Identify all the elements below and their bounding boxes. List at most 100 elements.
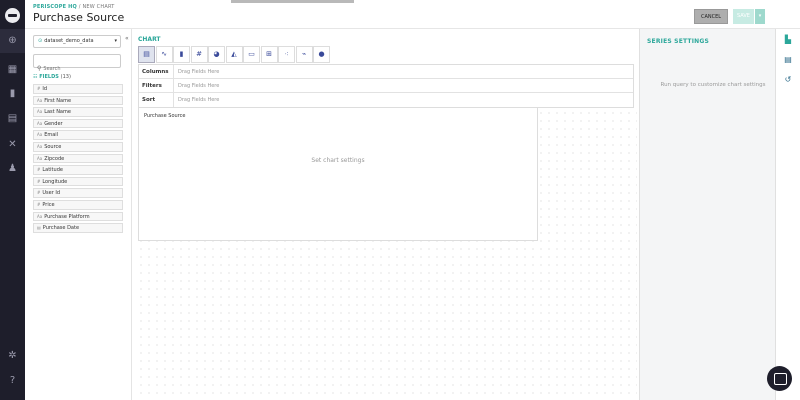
shelves: Columns Drag Fields Here Filters Drag Fi… — [138, 64, 634, 108]
field-name: Price — [42, 201, 55, 208]
breadcrumb: PERISCOPE HQ / NEW CHART — [33, 4, 115, 10]
field-type-icon: Aa — [37, 97, 43, 103]
fields-header: ☷ FIELDS (13) — [33, 74, 71, 80]
save-options-caret-icon[interactable]: ▾ — [755, 9, 765, 24]
bubble-icon[interactable]: ● — [313, 46, 330, 63]
area-icon[interactable]: ◭ — [225, 46, 243, 63]
globe-icon[interactable]: ⊕ — [0, 35, 25, 47]
scatter-icon[interactable]: ⁖ — [278, 46, 295, 63]
field-type-icon: Aa — [37, 213, 43, 219]
pivot-icon[interactable]: ⊞ — [260, 46, 278, 63]
field-type-icon: Aa — [37, 109, 43, 115]
logo-icon[interactable] — [5, 8, 20, 23]
number-icon[interactable]: # — [190, 46, 208, 63]
field-name: Id — [42, 86, 48, 92]
field-type-icon: ▤ — [37, 225, 41, 231]
save-button[interactable]: SAVE — [733, 9, 754, 24]
field-type-icon: # — [37, 190, 41, 196]
chart-settings-icon[interactable]: ▙ — [776, 35, 800, 44]
pie-icon[interactable]: ◕ — [208, 46, 225, 63]
breadcrumb-org[interactable]: PERISCOPE HQ — [33, 4, 77, 10]
chevron-down-icon: ▾ — [114, 38, 117, 44]
preview-title: Purchase Source — [144, 113, 186, 119]
notes-icon[interactable]: ▤ — [776, 55, 800, 64]
series-settings-panel: SERIES SETTINGS Run query to customize c… — [639, 29, 775, 400]
field-type-icon: # — [37, 201, 41, 207]
field-name: Email — [44, 132, 59, 139]
field-item[interactable]: Aa Gender — [33, 118, 123, 129]
field-name: Longitude — [42, 178, 68, 185]
field-item[interactable]: # Id — [33, 84, 123, 94]
table-icon[interactable]: ▤ — [138, 46, 155, 63]
field-type-icon: Aa — [37, 120, 43, 126]
shelf-label: Columns — [142, 69, 169, 75]
field-item[interactable]: Aa Source — [33, 141, 123, 152]
line-icon[interactable]: ∿ — [155, 46, 173, 63]
search-field[interactable]: ⚲ — [33, 54, 121, 72]
series-settings-message: Run query to customize chart settings — [660, 82, 766, 88]
field-name: User Id — [42, 190, 60, 197]
field-item[interactable]: Aa Purchase Platform — [33, 211, 123, 222]
field-type-icon: Aa — [37, 143, 43, 149]
field-type-icon: # — [37, 86, 41, 91]
right-icon-bar: ▙ ▤ ↺ — [775, 29, 800, 400]
field-item[interactable]: ▤ Purchase Date — [33, 223, 123, 233]
field-name: First Name — [44, 97, 72, 104]
image-icon[interactable]: ▭ — [243, 46, 260, 63]
field-item[interactable]: Aa Zipcode — [33, 153, 123, 164]
chart-editor: CHART ▤ ∿ ▮ # ◕ ◭ ▭ ⊞ ⁖ ⌁ ● Columns Drag… — [133, 29, 638, 400]
field-item[interactable]: # Price — [33, 199, 123, 210]
fields-count: (13) — [60, 74, 71, 80]
series-settings-title: SERIES SETTINGS — [647, 38, 710, 45]
field-item[interactable]: Aa Email — [33, 130, 123, 140]
field-name: Latitude — [42, 167, 63, 174]
gear-icon[interactable]: ✲ — [0, 350, 25, 362]
bell-icon[interactable]: ♟ — [0, 163, 25, 175]
field-item[interactable]: # Longitude — [33, 176, 123, 187]
field-name: Purchase Platform — [44, 213, 90, 220]
dataset-name: dataset_demo_data — [44, 38, 94, 44]
columns-shelf[interactable]: Columns Drag Fields Here — [139, 65, 633, 79]
breadcrumb-page: NEW CHART — [82, 4, 115, 10]
field-name: Purchase Date — [42, 225, 80, 232]
field-name: Gender — [44, 120, 63, 127]
dataset-status-icon: ⊙ — [38, 38, 43, 44]
fields-label: FIELDS — [39, 74, 59, 80]
chart-preview[interactable]: Purchase Source Set chart settings — [138, 107, 538, 241]
cancel-button[interactable]: CANCEL — [694, 9, 728, 24]
field-type-icon: # — [37, 167, 41, 173]
field-name: Source — [44, 143, 62, 150]
drop-zone[interactable]: Drag Fields Here — [173, 65, 219, 79]
search-icon: ⚲ — [37, 65, 42, 72]
field-item[interactable]: Aa Last Name — [33, 107, 123, 117]
field-item[interactable]: # User Id — [33, 188, 123, 198]
chat-support-icon[interactable] — [767, 366, 792, 391]
page-title[interactable]: Purchase Source — [33, 11, 124, 24]
history-icon[interactable]: ↺ — [776, 75, 800, 84]
tools-icon[interactable]: ✕ — [0, 139, 25, 151]
report-icon[interactable]: ▤ — [0, 113, 25, 125]
filters-shelf[interactable]: Filters Drag Fields Here — [139, 79, 633, 93]
help-icon[interactable]: ? — [0, 375, 25, 387]
preview-placeholder: Set chart settings — [311, 157, 365, 164]
funnel-icon[interactable]: ⌁ — [295, 46, 313, 63]
field-item[interactable]: # Latitude — [33, 165, 123, 175]
shelf-label: Sort — [142, 97, 156, 103]
bookmark-icon[interactable]: ▮ — [0, 88, 25, 100]
collapse-sidebar-icon[interactable]: « — [125, 35, 129, 42]
drop-zone[interactable]: Drag Fields Here — [173, 79, 219, 93]
search-input[interactable] — [43, 66, 114, 72]
field-name: Last Name — [44, 109, 71, 116]
dataset-select[interactable]: ⊙ dataset_demo_data ▾ — [33, 35, 121, 48]
field-item[interactable]: Aa First Name — [33, 95, 123, 106]
fields-sidebar: « ⊙dataset_demo_data ▾ ⚲ ☷ FIELDS (13) #… — [25, 29, 132, 400]
dashboard-icon[interactable]: ▦ — [0, 64, 25, 76]
field-type-icon: # — [37, 178, 41, 184]
bar-icon[interactable]: ▮ — [173, 46, 190, 63]
field-type-icon: Aa — [37, 132, 43, 138]
sort-shelf[interactable]: Sort Drag Fields Here — [139, 93, 633, 107]
field-name: Zipcode — [44, 155, 65, 162]
drop-zone[interactable]: Drag Fields Here — [173, 93, 219, 107]
chart-section-label: CHART — [138, 36, 161, 43]
chart-type-toolbar: ▤ ∿ ▮ # ◕ ◭ ▭ ⊞ ⁖ ⌁ ● — [138, 46, 331, 63]
